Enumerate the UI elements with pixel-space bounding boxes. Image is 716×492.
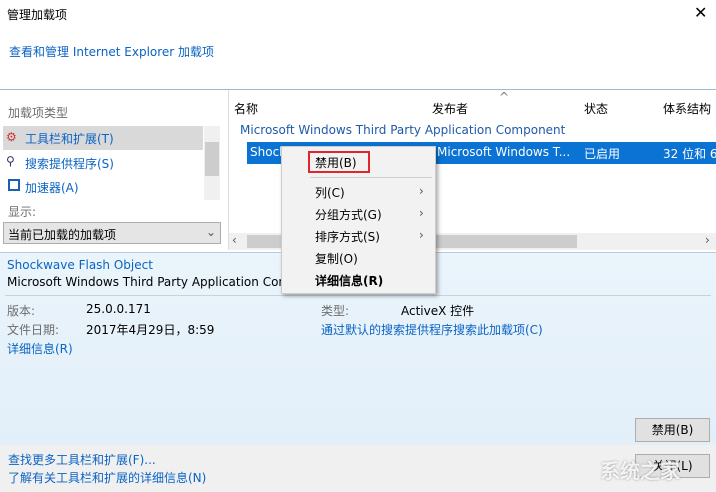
date-value: 2017年4月29日，8:59 (86, 323, 215, 337)
gear-blocked-icon: ⚙ (6, 130, 17, 144)
type-item-search[interactable]: ⚲ 搜索提供程序(S) (3, 152, 203, 174)
date-label: 文件日期: (7, 323, 60, 337)
context-menu: 禁用(B) 列(C) › 分组方式(G) › 排序方式(S) › 复制(O) 详… (281, 146, 436, 294)
show-dropdown[interactable]: 当前已加载的加载项 ⌄ (3, 222, 221, 244)
menu-item-sort-by[interactable]: 排序方式(S) (315, 228, 380, 245)
menu-item-group-by[interactable]: 分组方式(G) (315, 206, 382, 223)
sort-ascending-icon: ^ (499, 90, 510, 104)
type-item-label: 搜索提供程序(S) (25, 157, 114, 171)
type-value: ActiveX 控件 (401, 304, 475, 318)
chevron-right-icon[interactable]: › (705, 233, 710, 247)
header: 管理加载项 ✕ 查看和管理 Internet Explorer 加载项 (0, 0, 716, 90)
menu-item-columns[interactable]: 列(C) (315, 184, 345, 201)
search-icon: ⚲ (6, 154, 15, 168)
chevron-down-icon: ⌄ (206, 225, 217, 239)
menu-item-details[interactable]: 详细信息(R) (315, 272, 383, 289)
row-publisher: Microsoft Windows T... (437, 145, 571, 159)
accelerator-icon (8, 179, 20, 191)
column-header-publisher[interactable]: 发布者 (432, 100, 468, 117)
window-title: 管理加载项 (7, 8, 68, 22)
type-scrollbar[interactable] (204, 126, 220, 200)
close-icon[interactable]: ✕ (694, 3, 707, 22)
show-value: 当前已加载的加载项 (8, 228, 117, 242)
row-status: 已启用 (584, 147, 621, 161)
type-label: 加载项类型 (8, 106, 69, 120)
column-header-arch[interactable]: 体系结构 (663, 100, 711, 117)
header-link[interactable]: 查看和管理 Internet Explorer 加载项 (9, 43, 214, 60)
more-info-link[interactable]: 详细信息(R) (7, 340, 73, 357)
search-addon-link[interactable]: 通过默认的搜索提供程序搜索此加载项(C) (321, 321, 543, 338)
type-item-accelerators[interactable]: 加速器(A) (3, 176, 203, 198)
disable-button[interactable]: 禁用(B) (635, 418, 710, 442)
version-value: 25.0.0.171 (86, 302, 151, 316)
menu-item-copy[interactable]: 复制(O) (315, 250, 358, 267)
detail-name: Shockwave Flash Object (7, 258, 153, 272)
chevron-right-icon: › (419, 206, 424, 220)
type-item-label: 工具栏和扩展(T) (25, 132, 114, 146)
type-item-label: 加速器(A) (25, 181, 79, 195)
menu-item-disable[interactable]: 禁用(B) (315, 154, 357, 171)
chevron-left-icon[interactable]: ‹ (232, 233, 237, 247)
watermark: 系统之家 (600, 459, 680, 483)
learn-more-link[interactable]: 了解有关工具栏和扩展的详细信息(N) (8, 469, 206, 486)
chevron-right-icon: › (419, 228, 424, 242)
find-more-link[interactable]: 查找更多工具栏和扩展(F)... (8, 451, 156, 468)
footer: 查找更多工具栏和扩展(F)... 了解有关工具栏和扩展的详细信息(N) 关闭(L… (0, 445, 716, 492)
version-label: 版本: (7, 304, 36, 318)
chevron-right-icon: › (419, 184, 424, 198)
column-header-status[interactable]: 状态 (584, 100, 608, 117)
addon-types-pane: 加载项类型 ⚙ 工具栏和扩展(T) ⚲ 搜索提供程序(S) 加速器(A) 显示:… (0, 90, 228, 250)
show-label: 显示: (8, 205, 37, 219)
column-header-name[interactable]: 名称 (234, 100, 258, 117)
type-item-toolbars[interactable]: ⚙ 工具栏和扩展(T) (3, 126, 203, 150)
row-arch: 32 位和 64 位 (663, 147, 716, 161)
type-label: 类型: (321, 304, 350, 318)
group-header[interactable]: Microsoft Windows Third Party Applicatio… (240, 123, 565, 137)
